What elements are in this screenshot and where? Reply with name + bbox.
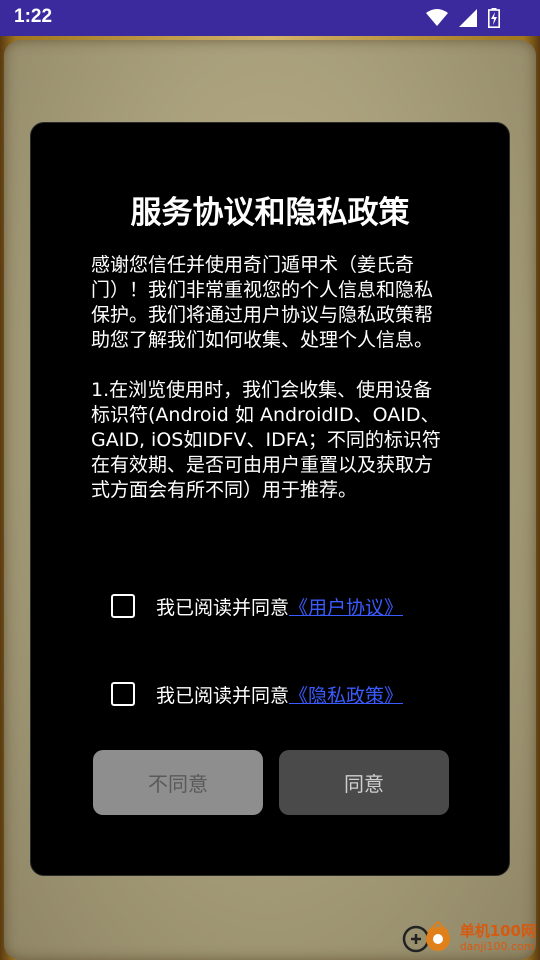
privacy-policy-prefix: 我已阅读并同意	[156, 684, 290, 707]
watermark-name: 单机100网	[459, 922, 536, 940]
privacy-policy-link[interactable]: 《隐私政策》	[289, 681, 403, 708]
privacy-dialog: 服务协议和隐私政策 感谢您信任并使用奇门遁甲术（姜氏奇门）！我们非常重视您的个人…	[30, 122, 510, 876]
user-agreement-row: 我已阅读并同意 《用户协议》	[111, 591, 403, 621]
agree-button[interactable]: 同意	[279, 750, 449, 815]
status-time: 1:22	[14, 6, 53, 27]
privacy-policy-row: 我已阅读并同意 《隐私政策》	[111, 679, 403, 709]
wifi-icon	[426, 9, 448, 31]
dialog-title: 服务协议和隐私政策	[130, 195, 410, 231]
battery-icon	[488, 8, 500, 32]
disagree-button[interactable]: 不同意	[93, 750, 263, 815]
watermark-logo-icon	[400, 920, 456, 958]
privacy-policy-checkbox[interactable]	[111, 682, 135, 706]
user-agreement-prefix: 我已阅读并同意	[156, 596, 290, 619]
intro-paragraph: 感谢您信任并使用奇门遁甲术（姜氏奇门）！我们非常重视您的个人信息和隐私保护。我们…	[91, 254, 434, 351]
user-agreement-link[interactable]: 《用户协议》	[289, 593, 403, 620]
status-icons	[426, 8, 500, 32]
dialog-body: 感谢您信任并使用奇门遁甲术（姜氏奇门）！我们非常重视您的个人信息和隐私保护。我们…	[91, 253, 451, 503]
data-collection-paragraph: 1.在浏览使用时，我们会收集、使用设备标识符(Android 如 Android…	[91, 379, 441, 501]
status-bar: 1:22	[0, 0, 540, 36]
site-watermark: 单机100网 danji100.com	[400, 920, 536, 958]
signal-icon	[458, 8, 478, 32]
user-agreement-checkbox[interactable]	[111, 594, 135, 618]
watermark-url: danji100.com	[459, 940, 535, 953]
